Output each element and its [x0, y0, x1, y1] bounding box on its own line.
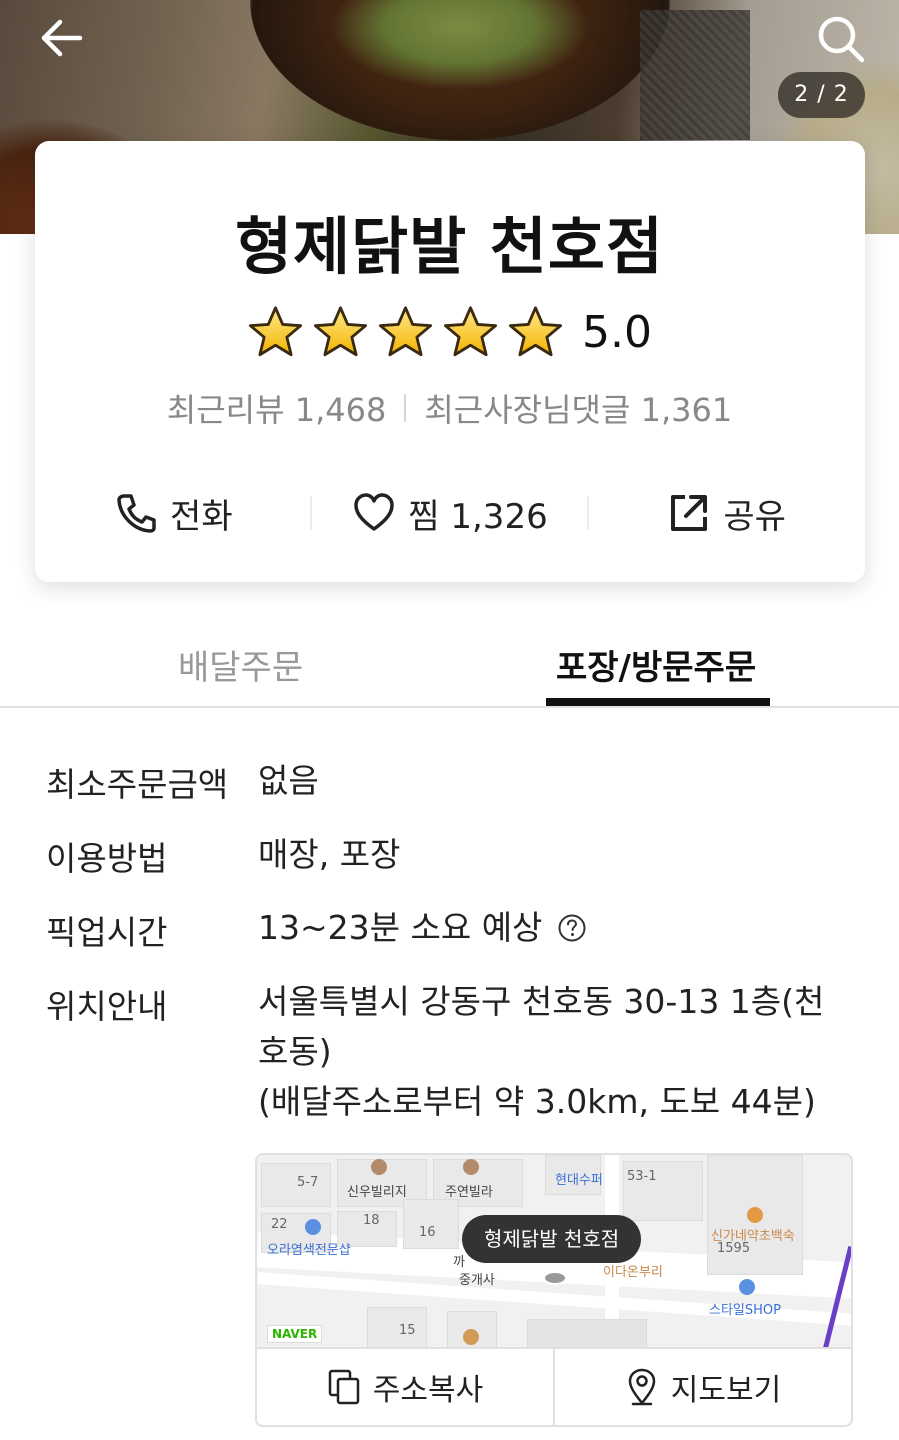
pickup-time-value: 13~23분 소요 예상 [258, 908, 543, 947]
map-label: 스타일SHOP [709, 1303, 781, 1318]
share-label: 공유 [723, 496, 786, 537]
store-name: 형제닭발 천호점 [235, 210, 664, 283]
heart-icon [354, 493, 395, 531]
star-icon [248, 306, 303, 357]
naver-logo: NAVER [267, 1325, 323, 1343]
share-icon [671, 495, 708, 531]
copy-address-button[interactable]: 주소복사 [257, 1349, 553, 1425]
location-label: 위치안내 [46, 987, 168, 1026]
back-button[interactable] [36, 16, 88, 60]
search-button[interactable] [814, 12, 866, 64]
pickup-time-label: 픽업시간 [46, 913, 168, 952]
map-label: 22 [271, 1217, 288, 1232]
address-line-2: 호동) [258, 1032, 332, 1071]
distance-info: (배달주소로부터 약 3.0km, 도보 44분) [258, 1082, 816, 1121]
map-poi-icon [747, 1207, 763, 1223]
map-poi-icon [463, 1159, 479, 1175]
map-poi-icon [305, 1219, 321, 1235]
review-meta-row: 최근리뷰 1,468 최근사장님댓글 1,361 [0, 386, 899, 430]
tab-pickup[interactable]: 포장/방문주문 [556, 640, 756, 689]
action-bar: 전화 찜 1,326 공유 [35, 480, 865, 546]
map-label: 15 [399, 1323, 416, 1338]
rating-value: 5.0 [582, 306, 652, 358]
favorite-label: 찜 1,326 [408, 496, 548, 537]
map-label: 53-1 [627, 1169, 657, 1184]
view-map-label: 지도보기 [670, 1373, 782, 1408]
map-block [527, 1319, 647, 1347]
map-label: 오라염색전문샵 [267, 1243, 351, 1258]
usage-label: 이용방법 [46, 839, 168, 878]
map-poi-icon [371, 1159, 387, 1175]
map-block [261, 1163, 331, 1207]
address-line-1: 서울특별시 강동구 천호동 30-13 1층(천 [258, 982, 825, 1021]
favorite-button[interactable]: 찜 1,326 [312, 480, 589, 546]
image-counter: 2 / 2 [778, 72, 865, 118]
tab-delivery[interactable]: 배달주문 [178, 640, 303, 689]
recent-owner-replies[interactable]: 최근사장님댓글 1,361 [424, 385, 732, 431]
action-divider [310, 496, 312, 530]
store-map[interactable]: 5-7 신우빌리지 주연빌라 현대수퍼 53-1 22 18 16 오라염색전문… [255, 1153, 853, 1347]
map-label: 현대수퍼 [555, 1173, 603, 1188]
map-block [403, 1199, 459, 1249]
map-block [367, 1307, 427, 1347]
rating-row: 5.0 [0, 300, 899, 364]
meta-divider [404, 394, 407, 422]
action-divider [587, 496, 589, 530]
recent-reviews[interactable]: 최근리뷰 1,468 [167, 385, 387, 431]
map-label: 16 [419, 1225, 436, 1240]
map-label: 18 [363, 1213, 380, 1228]
map-label: 5-7 [297, 1175, 319, 1190]
map-label: 신우빌리지 [347, 1185, 407, 1200]
copy-icon [328, 1369, 360, 1405]
pickup-time-row: 13~23분 소요 예상 [258, 903, 587, 953]
view-map-button[interactable]: 지도보기 [553, 1349, 851, 1425]
map-button-bar: 주소복사 지도보기 [255, 1347, 853, 1427]
map-poi-icon [739, 1279, 755, 1295]
map-poi-icon [463, 1329, 479, 1345]
copy-address-label: 주소복사 [372, 1373, 484, 1408]
map-location-dot [543, 1271, 567, 1285]
map-store-pin[interactable]: 형제닭발 천호점 [462, 1215, 642, 1263]
help-icon[interactable] [557, 913, 587, 943]
order-type-tabs: 배달주문 포장/방문주문 [0, 612, 899, 708]
map-label: 이다온부리 [603, 1265, 663, 1280]
star-icon [378, 306, 433, 357]
map-label: 주연빌라 [445, 1185, 493, 1200]
call-label: 전화 [170, 496, 233, 537]
map-label: 까 [453, 1255, 465, 1270]
search-icon [818, 16, 865, 63]
location-pin-icon [628, 1368, 656, 1406]
min-order-value: 없음 [258, 761, 319, 800]
star-icon [443, 306, 498, 357]
map-label: 1595 [717, 1241, 751, 1256]
star-icon [313, 306, 368, 357]
phone-icon [117, 494, 156, 533]
address-block: 서울특별시 강동구 천호동 30-13 1층(천 호동) (배달주소로부터 약 … [258, 977, 848, 1127]
star-icon [508, 306, 563, 357]
active-tab-indicator [546, 698, 770, 706]
back-arrow-icon [41, 19, 83, 57]
call-button[interactable]: 전화 [35, 480, 312, 546]
map-label: 중개사 [459, 1273, 495, 1288]
min-order-label: 최소주문금액 [46, 765, 229, 804]
share-button[interactable]: 공유 [588, 480, 865, 546]
usage-value: 매장, 포장 [258, 835, 401, 874]
